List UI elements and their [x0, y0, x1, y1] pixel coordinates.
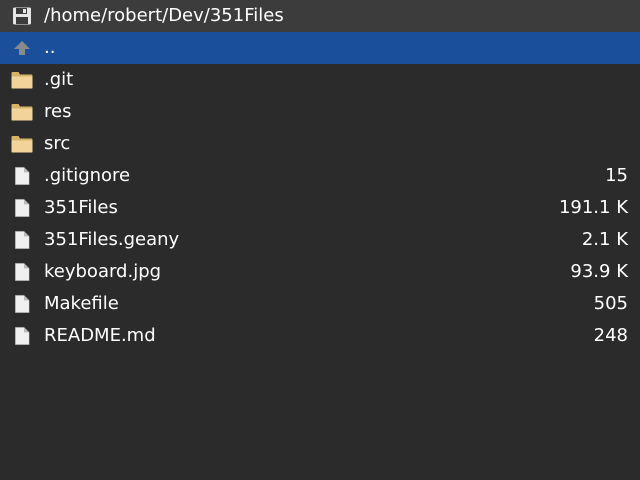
- entry-size: 93.9 K: [570, 261, 628, 282]
- parent-directory-row[interactable]: ..: [0, 32, 640, 64]
- entry-size: 2.1 K: [581, 229, 628, 250]
- file-icon: [11, 295, 33, 313]
- entry-name: .git: [44, 69, 74, 90]
- current-path: /home/robert/Dev/351Files: [44, 5, 284, 26]
- file-browser-window: /home/robert/Dev/351Files .. .git res src .g…: [0, 0, 640, 480]
- entry-name: Makefile: [44, 293, 119, 314]
- entry-name: README.md: [44, 325, 156, 346]
- folder-row[interactable]: .git: [0, 64, 640, 96]
- folder-icon: [11, 103, 33, 121]
- folder-icon: [11, 71, 33, 89]
- file-row[interactable]: keyboard.jpg 93.9 K: [0, 256, 640, 288]
- entry-name: 351Files.geany: [44, 229, 180, 250]
- file-icon: [11, 327, 33, 345]
- entry-size: 191.1 K: [558, 197, 628, 218]
- entry-size: 505: [593, 293, 628, 314]
- folder-row[interactable]: res: [0, 96, 640, 128]
- entry-name: .gitignore: [44, 165, 131, 186]
- entry-name: res: [44, 101, 72, 122]
- entry-name: ..: [44, 37, 56, 58]
- file-row[interactable]: 351Files 191.1 K: [0, 192, 640, 224]
- file-row[interactable]: .gitignore 15: [0, 160, 640, 192]
- file-icon: [11, 231, 33, 249]
- folder-row[interactable]: src: [0, 128, 640, 160]
- entry-name: keyboard.jpg: [44, 261, 162, 282]
- entry-name: 351Files: [44, 197, 118, 218]
- file-icon: [11, 263, 33, 281]
- file-row[interactable]: Makefile 505: [0, 288, 640, 320]
- entry-name: src: [44, 133, 71, 154]
- file-row[interactable]: 351Files.geany 2.1 K: [0, 224, 640, 256]
- file-icon: [11, 199, 33, 217]
- floppy-disk-icon: [11, 7, 33, 25]
- file-list: .. .git res src .gitignore 15 351Files 191.1 K3…: [0, 32, 640, 352]
- up-arrow-icon: [11, 39, 33, 57]
- folder-icon: [11, 135, 33, 153]
- file-icon: [11, 167, 33, 185]
- path-header: /home/robert/Dev/351Files: [0, 0, 640, 32]
- entry-size: 248: [593, 325, 628, 346]
- entry-size: 15: [605, 165, 628, 186]
- file-row[interactable]: README.md 248: [0, 320, 640, 352]
